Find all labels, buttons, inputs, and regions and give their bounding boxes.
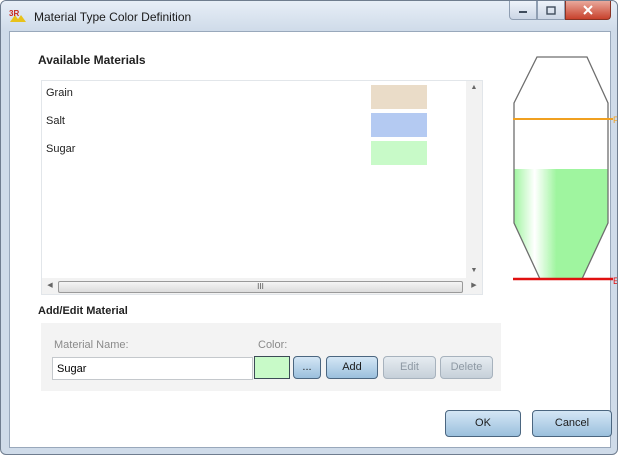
material-name-input[interactable] [52, 357, 253, 380]
list-item[interactable]: Grain [42, 81, 467, 109]
scroll-right-arrow-icon[interactable]: ▶ [466, 279, 482, 293]
color-label: Color: [258, 339, 288, 351]
add-edit-panel: Material Name: Color: ... Add Edit Delet… [41, 323, 501, 391]
silo-full-marker: F [613, 115, 618, 125]
svg-text:3R: 3R [9, 9, 19, 18]
horizontal-scrollbar[interactable]: ◀ III ▶ [42, 278, 482, 294]
minimize-button[interactable] [509, 1, 537, 20]
list-item[interactable]: Sugar [42, 137, 467, 165]
material-name: Salt [46, 115, 65, 127]
scroll-down-arrow-icon[interactable]: ▼ [466, 264, 482, 278]
silo-fill [514, 169, 608, 279]
caption-buttons [509, 1, 611, 21]
vertical-scrollbar[interactable]: ▲ ▼ [466, 81, 482, 278]
material-name: Grain [46, 87, 73, 99]
browse-color-button[interactable]: ... [293, 356, 321, 379]
available-materials-heading: Available Materials [38, 53, 146, 67]
cancel-button[interactable]: Cancel [532, 410, 612, 437]
maximize-button[interactable] [537, 1, 565, 20]
material-name: Sugar [46, 143, 76, 155]
material-color-swatch [371, 113, 427, 137]
window-title: Material Type Color Definition [34, 10, 192, 24]
minimize-icon [519, 11, 527, 13]
close-button[interactable] [565, 1, 611, 20]
ok-button[interactable]: OK [445, 410, 521, 437]
silo-preview: F E [513, 56, 618, 286]
delete-button[interactable]: Delete [440, 356, 493, 379]
material-name-label: Material Name: [54, 339, 129, 351]
edit-button[interactable]: Edit [383, 356, 436, 379]
material-color-swatch [371, 85, 427, 109]
maximize-icon [546, 5, 556, 15]
scroll-up-arrow-icon[interactable]: ▲ [466, 81, 482, 95]
silo-empty-marker: E [613, 276, 618, 286]
list-item[interactable]: Salt [42, 109, 467, 137]
dialog-window: 3R Material Type Color Definition Availa… [0, 0, 618, 455]
horizontal-scroll-thumb[interactable]: III [58, 281, 463, 293]
material-color-swatch [371, 141, 427, 165]
title-bar[interactable]: 3R Material Type Color Definition [1, 1, 617, 31]
add-button[interactable]: Add [326, 356, 378, 379]
color-preview [254, 356, 290, 379]
add-edit-material-heading: Add/Edit Material [38, 305, 128, 317]
materials-list[interactable]: Grain Salt Sugar ▲ ▼ ◀ III ▶ [41, 80, 483, 295]
app-logo-icon: 3R [9, 9, 26, 22]
close-icon [583, 5, 593, 15]
scroll-left-arrow-icon[interactable]: ◀ [42, 279, 58, 293]
